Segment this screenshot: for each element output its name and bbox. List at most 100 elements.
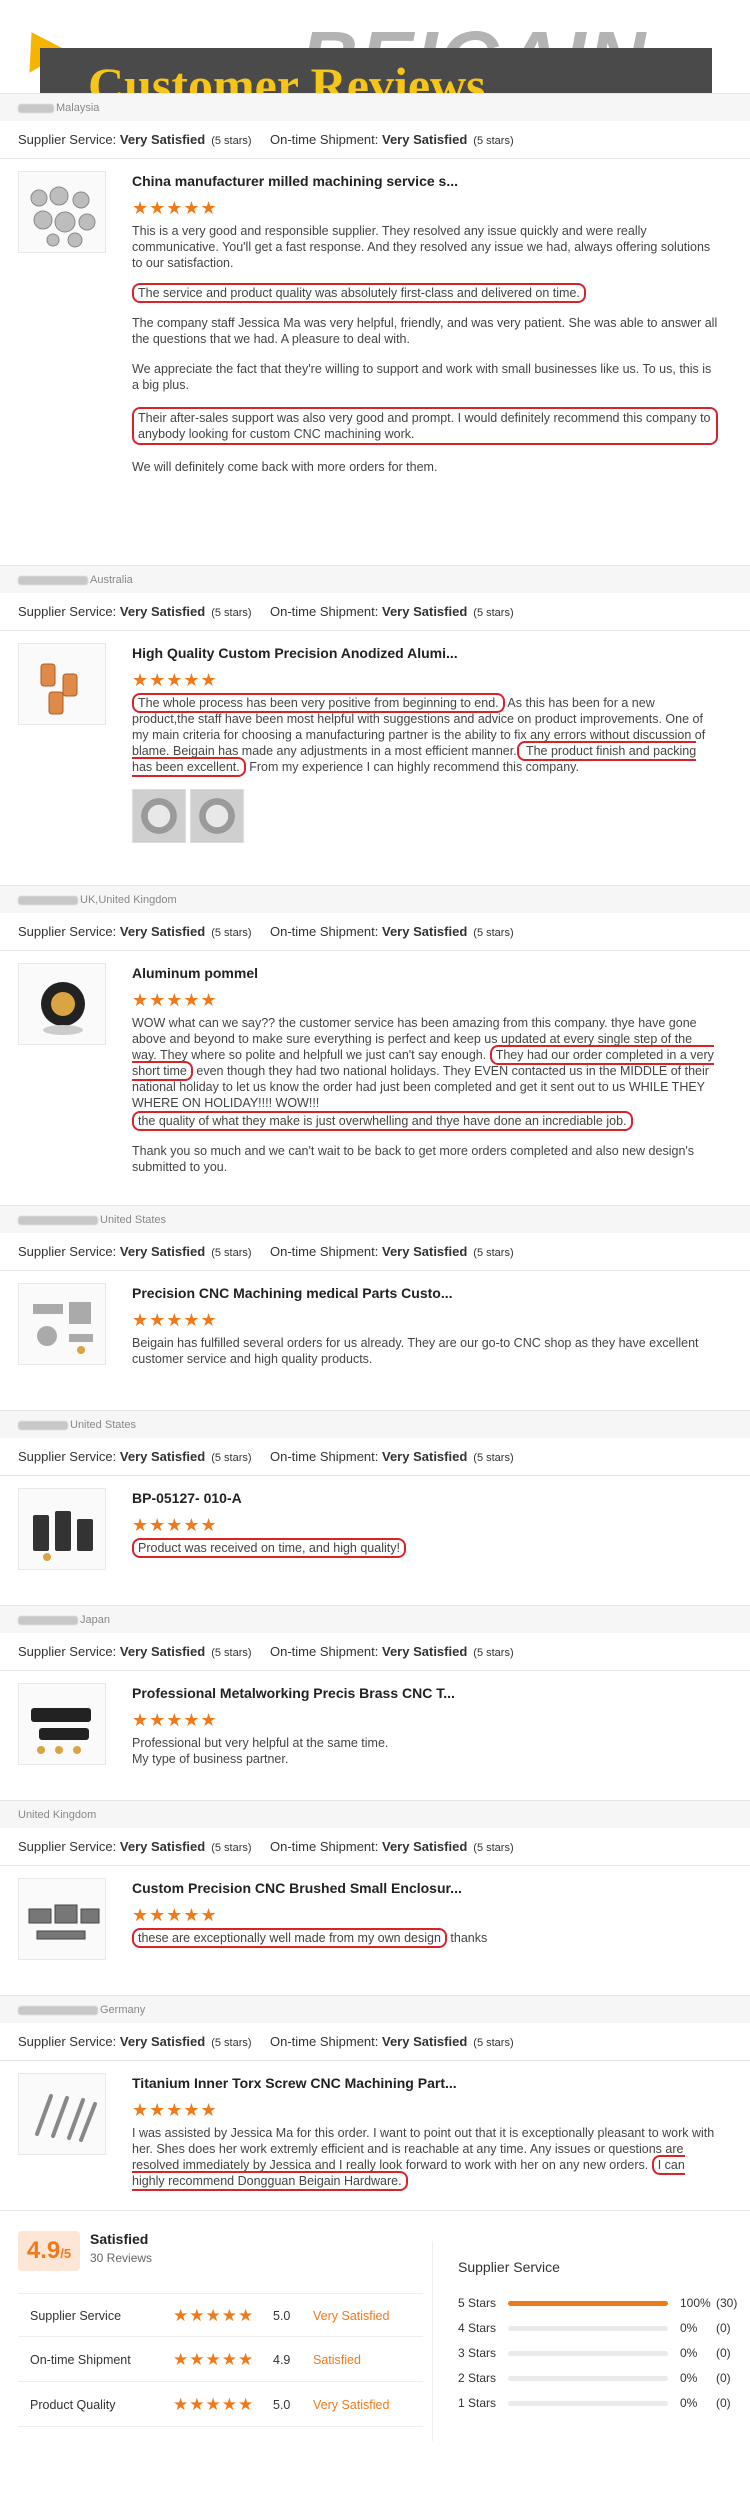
distribution-percent: 0% <box>680 2371 698 2385</box>
product-thumbnail[interactable] <box>18 171 106 253</box>
reviewer-country: United States <box>100 1214 167 1226</box>
review-card: Australia Supplier Service: Very Satisfi… <box>0 565 750 875</box>
category-score: 5.0 <box>273 2309 291 2323</box>
review-card: Japan Supplier Service: Very Satisfied (5… <box>0 1605 750 1780</box>
rating-line: Supplier Service: Very Satisfied (5 stars… <box>0 1828 750 1866</box>
shipment-label: On-time Shipment: <box>270 2034 379 2049</box>
product-title[interactable]: Aluminum pommel <box>132 963 718 983</box>
product-thumbnail[interactable] <box>18 2073 106 2155</box>
review-paragraph: We will definitely come back with more o… <box>132 460 438 474</box>
shipment-rating: On-time Shipment: Very Satisfied (5 stars… <box>270 1828 514 1867</box>
category-stars: ★★★★★ <box>173 2306 255 2325</box>
product-thumbnail[interactable] <box>18 643 106 725</box>
shipment-stars-text: (5 stars) <box>473 607 514 619</box>
supplier-service-label: Supplier Service: <box>18 924 117 939</box>
distribution-label: 3 Stars <box>458 2346 497 2360</box>
reviewer-name-blurred <box>18 1420 68 1430</box>
rating-stars: ★★★★★ <box>132 1905 218 1925</box>
review-photo[interactable] <box>190 789 244 843</box>
anodized-parts-image <box>40 663 78 715</box>
review-photo[interactable] <box>132 789 186 843</box>
product-thumbnail[interactable] <box>18 1488 106 1570</box>
supplier-service-label: Supplier Service: <box>18 1449 117 1464</box>
supplier-service-stars-text: (5 stars) <box>211 1452 252 1464</box>
torx-screws-image <box>35 2094 97 2142</box>
review-photos <box>132 789 718 846</box>
product-thumbnail[interactable] <box>18 1683 106 1765</box>
reviewer-info: Germany <box>0 1995 750 2023</box>
supplier-service-value: Very Satisfied <box>119 1449 206 1464</box>
product-title[interactable]: High Quality Custom Precision Anodized A… <box>132 643 718 663</box>
shipment-stars-text: (5 stars) <box>473 1842 514 1854</box>
review-text: Beigain has fulfilled several orders for… <box>132 1336 699 1366</box>
review-text: I was assisted by Jessica Ma for this or… <box>132 2125 718 2191</box>
supplier-service-value: Very Satisfied <box>119 2034 206 2049</box>
reviewer-info: UK,United Kingdom <box>0 885 750 913</box>
distribution-count: (30) <box>716 2296 738 2310</box>
score-value: 4.9 <box>26 2237 61 2264</box>
category-stars: ★★★★★ <box>173 2350 255 2369</box>
category-stars: ★★★★★ <box>173 2395 255 2414</box>
distribution-bar <box>508 2351 668 2356</box>
shipment-stars-text: (5 stars) <box>473 1247 514 1259</box>
product-title[interactable]: China manufacturer milled machining serv… <box>132 171 718 191</box>
supplier-service-value: Very Satisfied <box>119 132 206 147</box>
shipment-stars-text: (5 stars) <box>473 1452 514 1464</box>
highlighted-quote: Product was received on time, and high q… <box>132 1538 406 1558</box>
shipment-stars-text: (5 stars) <box>473 1647 514 1659</box>
supplier-service-label: Supplier Service: <box>18 2034 117 2049</box>
shipment-value: Very Satisfied <box>382 604 468 619</box>
reviewer-name-blurred <box>18 1215 98 1225</box>
shipment-stars-text: (5 stars) <box>473 2037 514 2049</box>
product-title[interactable]: Custom Precision CNC Brushed Small Enclo… <box>132 1878 718 1898</box>
review-line: Professional but very helpful at the sam… <box>132 1736 389 1750</box>
product-thumbnail[interactable] <box>18 963 106 1045</box>
highlighted-quote: The whole process has been very positive… <box>132 693 505 713</box>
rating-stars: ★★★★★ <box>132 198 218 218</box>
shipment-label: On-time Shipment: <box>270 1449 379 1464</box>
review-count: 30 Reviews <box>90 2251 153 2265</box>
category-word: Very Satisfied <box>313 2398 390 2412</box>
supplier-service-stars-text: (5 stars) <box>211 135 252 147</box>
review-paragraph: This is a very good and responsible supp… <box>132 224 711 270</box>
review-text-fragment: even though they had two national holida… <box>132 1064 709 1110</box>
product-thumbnail[interactable] <box>18 1283 106 1365</box>
product-title[interactable]: Precision CNC Machining medical Parts Cu… <box>132 1283 718 1303</box>
rating-line: Supplier Service: Very Satisfied (5 stars… <box>0 2023 750 2061</box>
category-word: Very Satisfied <box>313 2309 390 2323</box>
highlighted-quote: The service and product quality was abso… <box>132 283 586 303</box>
distribution-percent: 100% <box>680 2296 711 2310</box>
distribution-row: 3 Stars 0% (0) <box>458 2343 738 2363</box>
rating-stars: ★★★★★ <box>132 1515 218 1535</box>
distribution-bar <box>508 2326 668 2331</box>
product-title[interactable]: Titanium Inner Torx Screw CNC Machining … <box>132 2073 718 2093</box>
shipment-value: Very Satisfied <box>382 1244 468 1259</box>
supplier-service-stars-text: (5 stars) <box>211 1247 252 1259</box>
review-card: UK,United Kingdom Supplier Service: Very… <box>0 885 750 1200</box>
distribution-row: 4 Stars 0% (0) <box>458 2318 738 2338</box>
reviewer-country: United Kingdom <box>18 1809 97 1821</box>
shipment-label: On-time Shipment: <box>270 1839 379 1854</box>
distribution-count: (0) <box>716 2371 731 2385</box>
shipment-rating: On-time Shipment: Very Satisfied (5 stars… <box>270 1233 514 1272</box>
shipment-label: On-time Shipment: <box>270 1644 379 1659</box>
shipment-value: Very Satisfied <box>382 1839 468 1854</box>
rating-line: Supplier Service: Very Satisfied (5 stars… <box>0 1438 750 1476</box>
overall-score: 4.9/5 <box>18 2231 80 2271</box>
product-title[interactable]: Professional Metalworking Precis Brass C… <box>132 1683 718 1703</box>
reviewer-info: Malaysia <box>0 93 750 121</box>
reviewer-country: Japan <box>80 1614 110 1626</box>
distribution-count: (0) <box>716 2321 731 2335</box>
rating-stars: ★★★★★ <box>132 670 218 690</box>
rating-stars: ★★★★★ <box>132 1310 218 1330</box>
product-thumbnail[interactable] <box>18 1878 106 1960</box>
supplier-service-stars-text: (5 stars) <box>211 2037 252 2049</box>
review-paragraph: We appreciate the fact that they're will… <box>132 362 712 392</box>
supplier-service-value: Very Satisfied <box>119 924 206 939</box>
category-rating-quality: Product Quality ★★★★★ 5.0 Very Satisfied <box>18 2383 423 2427</box>
product-title[interactable]: BP-05127- 010-A <box>132 1488 718 1508</box>
review-card: Malaysia Supplier Service: Very Satisfie… <box>0 93 750 474</box>
shipment-rating: On-time Shipment: Very Satisfied (5 stars… <box>270 1438 514 1477</box>
supplier-service-label: Supplier Service: <box>18 1644 117 1659</box>
review-text: WOW what can we say?? the customer servi… <box>132 1015 718 1175</box>
